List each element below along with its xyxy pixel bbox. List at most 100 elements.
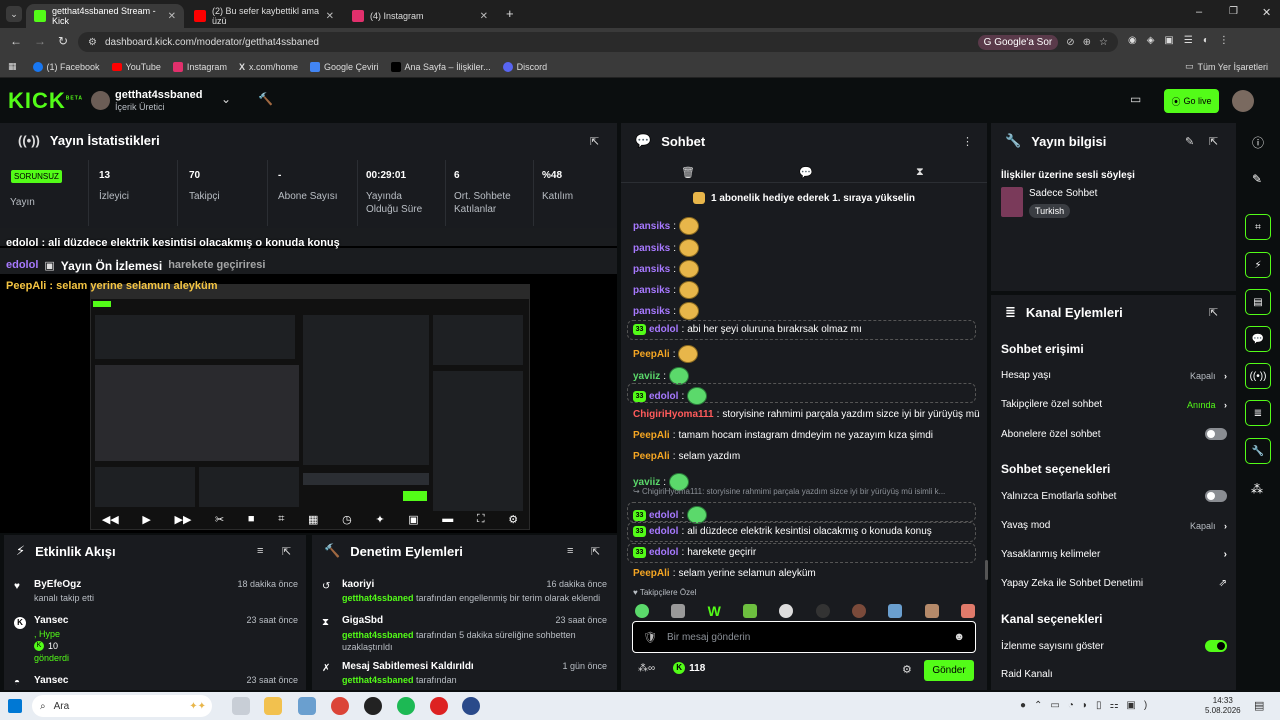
bookmark-discord[interactable]: Discord (502, 61, 547, 72)
mod-by[interactable]: getthat4ssbaned (342, 675, 414, 685)
chat-username[interactable]: yaviiz (633, 371, 660, 382)
chat-message[interactable]: PeepAli: selam yerine selamun aleyküm (633, 568, 816, 579)
scan-icon[interactable]: ⌗ (1245, 214, 1271, 240)
info-icon[interactable]: ⓘ (1252, 134, 1264, 151)
send-button[interactable]: Gönder (924, 660, 974, 681)
new-tab-icon[interactable]: + (506, 6, 514, 21)
app-icon[interactable] (430, 697, 448, 715)
extension-icons[interactable]: ◉◈▣☰◐⋮ (1128, 35, 1239, 46)
edit-icon[interactable]: ✎ (1185, 135, 1194, 148)
followers-only-row[interactable]: Takipçilere özel sohbet Anında › (1001, 399, 1227, 410)
spotify-icon[interactable] (397, 697, 415, 715)
chat-message[interactable]: 33 edolol: (633, 387, 708, 405)
sparkle-icon[interactable]: ✦ (375, 513, 384, 526)
bookmark-translate[interactable]: Google Çeviri (310, 61, 379, 72)
chat-settings-icon[interactable]: 💬 (799, 166, 813, 179)
window-icon[interactable]: ▣ (408, 513, 418, 526)
category-thumbnail[interactable] (1001, 187, 1023, 217)
popout-icon[interactable]: ⇱ (1209, 135, 1218, 148)
chat-username[interactable]: PeepAli (633, 451, 670, 462)
activity-user[interactable]: Yansec (34, 615, 68, 626)
trash-icon[interactable]: 🗑 (681, 166, 695, 179)
chat-message[interactable]: PeepAli: (633, 345, 699, 363)
chat-message[interactable]: ChigiriHyoma111: storyisine rahmimi parça… (633, 409, 980, 420)
app-icon[interactable] (462, 697, 480, 715)
emote-hand[interactable] (960, 604, 975, 618)
chat-message[interactable]: pansiks: (633, 281, 700, 299)
pencil-icon[interactable]: ✎ (1252, 172, 1262, 186)
minimize-icon[interactable]: – (1196, 6, 1202, 18)
chat-username[interactable]: edolol (649, 324, 678, 335)
chat-username[interactable]: pansiks (633, 221, 670, 232)
layers-icon[interactable]: ▬ (442, 513, 453, 525)
chat-username[interactable]: pansiks (633, 306, 670, 317)
mod-user[interactable]: kaoriyi (342, 579, 374, 590)
infinity-icon[interactable]: ⁂∞ (638, 663, 655, 674)
forward-icon[interactable]: → (34, 34, 46, 48)
emote-dark[interactable] (815, 604, 830, 618)
language-tag[interactable]: Turkish (1029, 204, 1071, 218)
fullscreen-icon[interactable]: ⛶ (477, 513, 485, 526)
notification-icon[interactable]: ▤ (1254, 699, 1264, 712)
activity-user[interactable]: ByEfeOgz (34, 579, 81, 590)
chat-username[interactable]: edolol (649, 510, 678, 521)
settings-icon[interactable]: ⚙ (508, 513, 518, 526)
bookmark-x[interactable]: Xx.com/home (239, 62, 298, 72)
popout-icon[interactable]: ⇱ (591, 545, 600, 558)
mod-by[interactable]: getthat4ssbaned (342, 630, 414, 640)
chat-username[interactable]: pansiks (633, 264, 670, 275)
chat-username[interactable]: PeepAli (633, 349, 670, 360)
account-age-row[interactable]: Hesap yaşı Kapalı › (1001, 370, 1227, 381)
hammer-icon[interactable]: 🔨 (258, 92, 273, 106)
pinned-banner[interactable]: 1 abonelik hediye ederek 1. sıraya yükse… (621, 187, 987, 209)
cut-icon[interactable]: ✂ (215, 513, 224, 526)
chat-input[interactable]: 🛡 Bir mesaj gönderin ☻ (632, 621, 976, 653)
reload-icon[interactable]: ↻ (58, 34, 68, 48)
timer-icon[interactable]: ◷ (342, 513, 352, 526)
raid-row[interactable]: Raid Kanalı (1001, 669, 1227, 680)
chat-message[interactable]: pansiks: (633, 260, 700, 278)
ai-moderation-row[interactable]: Yapay Zeka ile Sohbet Denetimi ⇗ (1001, 578, 1227, 589)
emote-monkey[interactable] (852, 604, 866, 618)
server-icon[interactable]: ≣ (1245, 400, 1271, 426)
tab-search-icon[interactable]: ⌄ (6, 6, 22, 22)
app-icon[interactable] (298, 697, 316, 715)
bookmark-youtube[interactable]: YouTube (111, 62, 161, 72)
mod-user[interactable]: GigaSbd (342, 615, 383, 626)
show-viewers-toggle[interactable] (1205, 640, 1227, 652)
chat-message[interactable]: 33 edolol: harekete geçirir (633, 547, 756, 558)
maximize-icon[interactable]: ❐ (1229, 6, 1238, 17)
broadcast-icon[interactable]: ((•)) (1245, 363, 1271, 389)
emote-photo[interactable] (888, 604, 903, 618)
chat-username[interactable]: yaviiz (633, 477, 660, 488)
activity-user[interactable]: Yansec (34, 675, 68, 686)
chat-message[interactable]: pansiks: (633, 217, 700, 235)
tray-icons[interactable]: ●⌃▭◔◗▯⚏▣) (1020, 700, 1155, 711)
rewind-icon[interactable]: ◀◀ (102, 513, 119, 526)
chat-menu-icon[interactable]: ⋮ (962, 135, 973, 148)
emote-pepe[interactable] (635, 604, 649, 618)
chat-message[interactable]: PeepAli: selam yazdım (633, 451, 740, 462)
emote-camera[interactable] (743, 604, 758, 618)
emote-only-toggle[interactable] (1205, 490, 1227, 502)
popout-icon[interactable]: ⇱ (1209, 306, 1218, 319)
star-icon[interactable]: ☆ (1099, 37, 1108, 48)
category-name[interactable]: Sadece Sohbet (1029, 188, 1097, 199)
filter-icon[interactable]: ≡ (257, 545, 263, 557)
subs-only-toggle[interactable] (1205, 428, 1227, 440)
close-tab-icon[interactable]: ✕ (480, 11, 488, 22)
popout-icon[interactable]: ⇱ (282, 545, 291, 558)
tab-instagram[interactable]: (4) Instagram ✕ (344, 4, 496, 28)
file-explorer-icon[interactable] (264, 697, 282, 715)
chat-message[interactable]: 33 edolol: ali düzdece elektrik kesintisi … (633, 526, 932, 537)
camera-icon[interactable]: ■ (248, 513, 255, 525)
go-live-button[interactable]: ⦿ Go live (1164, 89, 1219, 113)
chat-username[interactable]: edolol (649, 547, 678, 558)
wrench-icon[interactable]: 🔧 (1245, 438, 1271, 464)
close-tab-icon[interactable]: ✕ (326, 11, 334, 22)
filter-icon[interactable]: ≡ (567, 545, 573, 557)
back-icon[interactable]: ← (10, 34, 22, 48)
app-icon[interactable] (364, 697, 382, 715)
site-info-icon[interactable]: ⚙ (88, 37, 97, 48)
apps-icon[interactable]: ▦ (8, 61, 17, 72)
